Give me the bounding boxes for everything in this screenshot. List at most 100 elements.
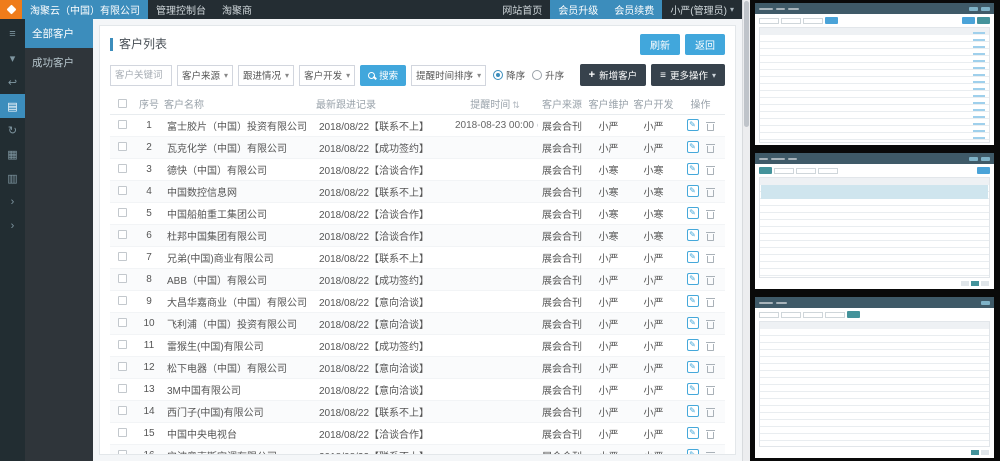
delete-icon[interactable] [706, 406, 715, 417]
edit-icon[interactable] [687, 383, 699, 395]
row-checkbox[interactable] [118, 362, 127, 371]
customers-icon[interactable]: ▤ [0, 94, 25, 118]
nav-home[interactable]: 网站首页 [494, 0, 550, 19]
thumb-chip [981, 157, 990, 161]
row-ops [676, 422, 725, 444]
delete-icon[interactable] [706, 384, 715, 395]
delete-icon[interactable] [706, 318, 715, 329]
company-name[interactable]: 淘聚云（中国）有限公司 [22, 0, 148, 19]
customer-keeper: 小寒 [586, 202, 631, 224]
customer-developer: 小严 [631, 422, 676, 444]
delete-icon[interactable] [706, 450, 715, 455]
edit-icon[interactable] [687, 449, 699, 454]
latest-record: 2018/08/22【意向洽谈】 [316, 312, 452, 334]
vertical-scrollbar[interactable] [742, 0, 750, 461]
add-customer-button[interactable]: 新增客户 [580, 64, 646, 86]
edit-icon[interactable] [687, 295, 699, 307]
edit-icon[interactable] [687, 427, 699, 439]
latest-record: 2018/08/22【洽谈合作】 [316, 202, 452, 224]
customer-table-wrap: 序号 客户名称 最新跟进记录 提醒时间 客户来源 客户维护 客户开发 操作 [100, 94, 735, 454]
delete-icon[interactable] [706, 340, 715, 351]
grid-icon[interactable]: ▦ [0, 142, 25, 166]
row-checkbox[interactable] [118, 340, 127, 349]
row-checkbox[interactable] [118, 450, 127, 454]
more-actions-button[interactable]: 更多操作 [651, 64, 725, 86]
delete-icon[interactable] [706, 120, 715, 131]
row-checkbox[interactable] [118, 186, 127, 195]
edit-icon[interactable] [687, 229, 699, 241]
logo[interactable] [0, 0, 22, 19]
return-icon[interactable]: ↩ [0, 70, 25, 94]
scrollbar-thumb[interactable] [744, 1, 749, 127]
preview-thumbnail-3[interactable] [755, 297, 994, 458]
chart-icon[interactable]: ▥ [0, 166, 25, 190]
refresh-button[interactable]: 刷新 [640, 34, 680, 55]
asc-radio[interactable] [532, 70, 542, 80]
edit-icon[interactable] [687, 119, 699, 131]
followup-select[interactable]: 跟进情况 [238, 65, 294, 86]
nav-console[interactable]: 管理控制台 [148, 0, 214, 19]
row-checkbox[interactable] [118, 142, 127, 151]
delete-icon[interactable] [706, 428, 715, 439]
row-checkbox[interactable] [118, 318, 127, 327]
delete-icon[interactable] [706, 362, 715, 373]
chevron-right-icon-2[interactable]: › [0, 214, 25, 238]
delete-icon[interactable] [706, 296, 715, 307]
desc-radio[interactable] [493, 70, 503, 80]
delete-icon[interactable] [706, 208, 715, 219]
edit-icon[interactable] [687, 207, 699, 219]
sidebar-item-all-customers[interactable]: 全部客户 [25, 19, 93, 48]
menu-icon[interactable]: ≡ [0, 22, 25, 46]
back-button[interactable]: 返回 [685, 34, 725, 55]
edit-icon[interactable] [687, 317, 699, 329]
row-checkbox[interactable] [118, 274, 127, 283]
customer-keeper: 小严 [586, 334, 631, 356]
edit-icon[interactable] [687, 361, 699, 373]
keyword-input[interactable] [110, 65, 172, 86]
caret-down-icon[interactable]: ▾ [0, 46, 25, 70]
row-no: 7 [134, 246, 164, 268]
header-remind[interactable]: 提醒时间 [452, 94, 538, 114]
row-checkbox[interactable] [118, 428, 127, 437]
row-checkbox[interactable] [118, 164, 127, 173]
select-all-checkbox[interactable] [118, 99, 127, 108]
delete-icon[interactable] [706, 164, 715, 175]
edit-icon[interactable] [687, 185, 699, 197]
edit-icon[interactable] [687, 141, 699, 153]
search-button[interactable]: 搜索 [360, 65, 406, 86]
refresh-icon[interactable]: ↻ [0, 118, 25, 142]
app-body: ≡ ▾ ↩ ▤ ↻ ▦ ▥ › › 全部客户 成功客户 客户列表 [0, 19, 742, 461]
row-checkbox[interactable] [118, 384, 127, 393]
preview-thumbnail-2[interactable] [755, 153, 994, 289]
table-row: 9 大昌华嘉商业（中国）有限公司 2018/08/22【意向洽谈】 展会合刊 小… [110, 290, 725, 312]
edit-icon[interactable] [687, 405, 699, 417]
delete-icon[interactable] [706, 230, 715, 241]
source-select[interactable]: 客户来源 [177, 65, 233, 86]
delete-icon[interactable] [706, 142, 715, 153]
delete-icon[interactable] [706, 252, 715, 263]
latest-record: 2018/08/22【洽谈合作】 [316, 158, 452, 180]
row-checkbox[interactable] [118, 230, 127, 239]
remind-sort-select[interactable]: 提醒时间排序 [411, 65, 486, 86]
edit-icon[interactable] [687, 339, 699, 351]
customer-developer: 小严 [631, 444, 676, 454]
table-row: 3 德快（中国）有限公司 2018/08/22【洽谈合作】 展会合刊 小寒 [110, 158, 725, 180]
chevron-right-icon[interactable]: › [0, 190, 25, 214]
row-checkbox[interactable] [118, 406, 127, 415]
row-checkbox[interactable] [118, 120, 127, 129]
sidebar-item-success-customers[interactable]: 成功客户 [25, 48, 93, 77]
nav-member-upgrade[interactable]: 会员升级 [550, 0, 606, 19]
edit-icon[interactable] [687, 273, 699, 285]
nav-member-renew[interactable]: 会员续费 [606, 0, 662, 19]
row-checkbox[interactable] [118, 296, 127, 305]
preview-thumbnail-1[interactable] [755, 3, 994, 145]
delete-icon[interactable] [706, 186, 715, 197]
user-menu[interactable]: 小严(管理员) [662, 0, 742, 19]
row-checkbox[interactable] [118, 252, 127, 261]
row-checkbox[interactable] [118, 208, 127, 217]
delete-icon[interactable] [706, 274, 715, 285]
edit-icon[interactable] [687, 251, 699, 263]
edit-icon[interactable] [687, 163, 699, 175]
develop-select[interactable]: 客户开发 [299, 65, 355, 86]
nav-shop[interactable]: 淘聚商 [214, 0, 260, 19]
